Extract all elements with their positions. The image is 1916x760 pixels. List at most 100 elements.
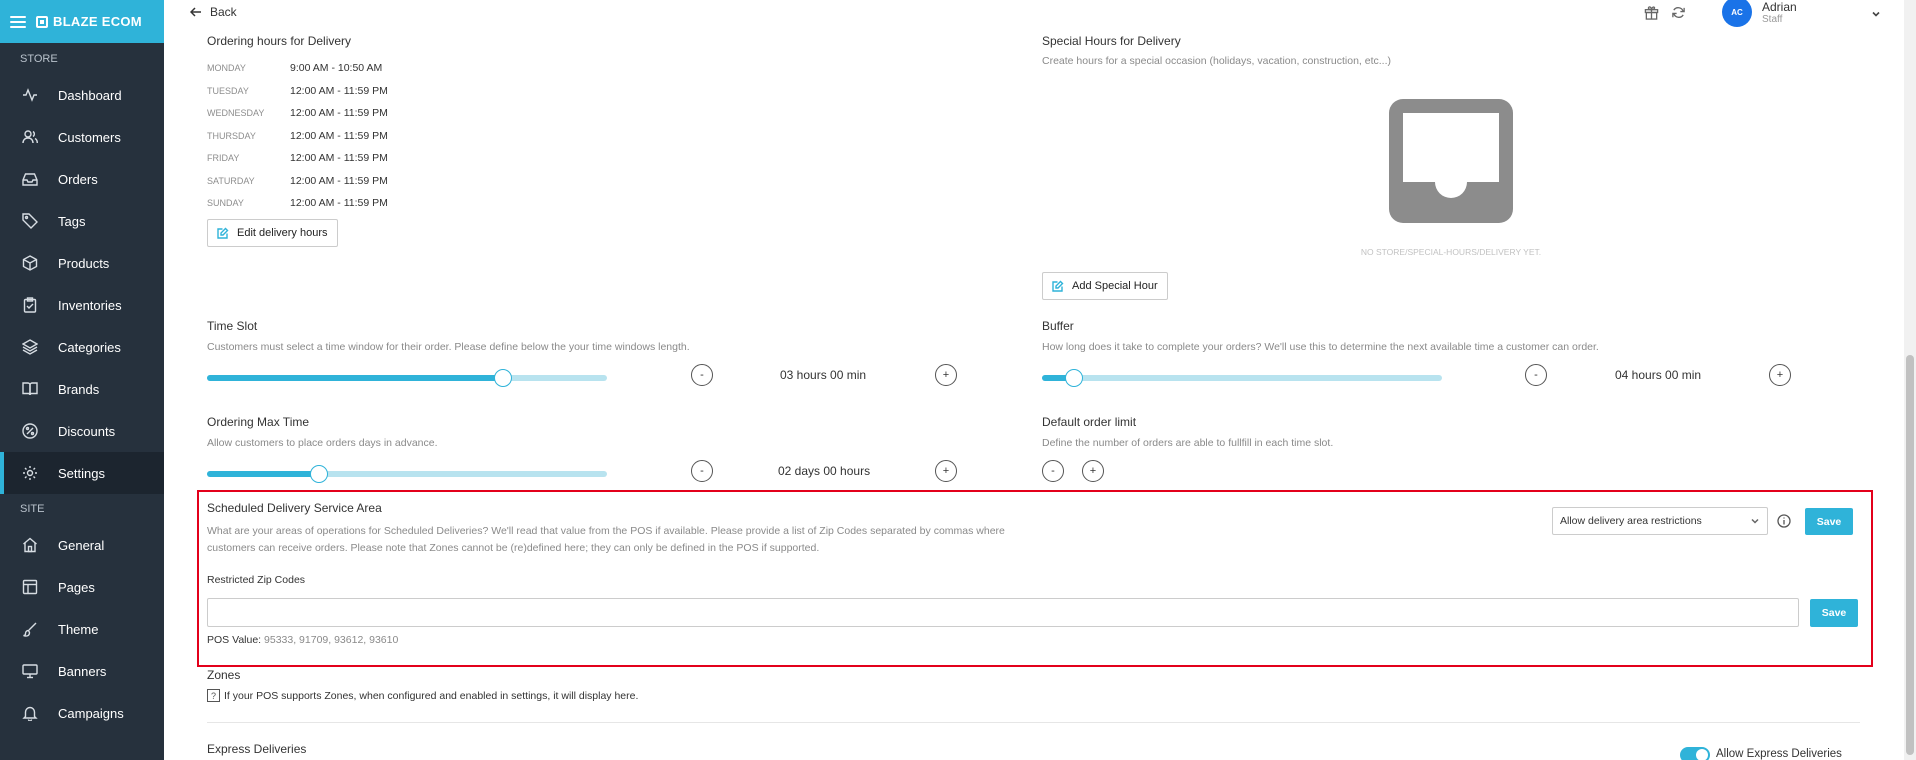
- edit-delivery-hours-button[interactable]: Edit delivery hours: [207, 219, 338, 247]
- ordering-max-value: 02 days 00 hours: [778, 464, 871, 478]
- scrollbar[interactable]: [1904, 0, 1916, 760]
- inbox-icon: [22, 171, 38, 187]
- user-info: Adrian Staff: [1762, 0, 1797, 25]
- sidebar-item-campaigns[interactable]: Campaigns: [0, 692, 164, 734]
- layout-icon: [22, 579, 38, 595]
- back-button[interactable]: Back: [190, 5, 237, 19]
- refresh-icon[interactable]: [1671, 5, 1686, 20]
- sidebar-item-brands[interactable]: Brands: [0, 368, 164, 410]
- hours-row: WEDNESDAY 12:00 AM - 11:59 PM: [207, 102, 507, 125]
- sidebar-item-settings[interactable]: Settings: [0, 452, 164, 494]
- time-slot-value: 03 hours 00 min: [780, 368, 867, 382]
- express-toggle-label: Allow Express Deliveries: [1716, 748, 1842, 760]
- sidebar-item-label: Discounts: [58, 423, 116, 439]
- hours-value: 12:00 AM - 11:59 PM: [290, 129, 388, 142]
- sidebar-item-label: General: [58, 537, 105, 553]
- slider-handle[interactable]: [1065, 369, 1083, 387]
- menu-icon[interactable]: [10, 15, 26, 28]
- user-menu[interactable]: AC Adrian Staff: [1722, 0, 1797, 27]
- hours-row: TUESDAY 12:00 AM - 11:59 PM: [207, 80, 507, 103]
- sidebar-item-label: Brands: [58, 381, 100, 397]
- buffer-decrease-button[interactable]: -: [1525, 364, 1547, 386]
- ordering-max-title: Ordering Max Time: [207, 415, 310, 429]
- monitor-icon: [22, 663, 38, 679]
- special-hours-title: Special Hours for Delivery: [1042, 34, 1181, 48]
- sidebar-item-discounts[interactable]: Discounts: [0, 410, 164, 452]
- ordering-max-decrease-button[interactable]: -: [691, 460, 713, 482]
- hours-day: THURSDAY: [207, 130, 256, 141]
- sidebar-item-dashboard[interactable]: Dashboard: [0, 74, 164, 116]
- gift-icon[interactable]: [1644, 5, 1659, 20]
- sidebar-item-label: Orders: [58, 171, 98, 187]
- sidebar-item-label: Campaigns: [58, 705, 124, 721]
- sidebar-item-customers[interactable]: Customers: [0, 116, 164, 158]
- sidebar-item-label: Settings: [58, 465, 105, 481]
- zones-description: If your POS supports Zones, when configu…: [224, 689, 639, 702]
- special-hours-empty-text: NO STORE/SPECIAL-HOURS/DELIVERY YET.: [1360, 247, 1542, 257]
- time-slot-increase-button[interactable]: +: [935, 364, 957, 386]
- sidebar-item-label: Pages: [58, 579, 95, 595]
- layers-icon: [22, 339, 38, 355]
- avatar[interactable]: AC: [1722, 0, 1752, 27]
- time-slot-description: Customers must select a time window for …: [207, 341, 690, 353]
- time-slot-decrease-button[interactable]: -: [691, 364, 713, 386]
- buffer-slider[interactable]: [1042, 369, 1442, 387]
- slider-handle[interactable]: [494, 369, 512, 387]
- scrollbar-thumb[interactable]: [1906, 355, 1914, 755]
- clipboard-icon: [22, 297, 38, 313]
- order-limit-decrease-button[interactable]: -: [1042, 460, 1064, 482]
- top-icons: [1644, 5, 1686, 20]
- sidebar-item-label: Tags: [58, 213, 86, 229]
- topbar: Back AC Adrian Staff: [164, 0, 1916, 28]
- hours-value: 9:00 AM - 10:50 AM: [290, 62, 383, 75]
- slider-handle[interactable]: [310, 465, 328, 483]
- brand-bar: BLAZE ECOM: [0, 0, 164, 43]
- slider-fill: [207, 375, 503, 381]
- sidebar-item-products[interactable]: Products: [0, 242, 164, 284]
- highlight-box: [197, 490, 1873, 667]
- special-hours-description: Create hours for a special occasion (hol…: [1042, 55, 1392, 67]
- add-special-hour-button[interactable]: Add Special Hour: [1042, 272, 1168, 300]
- book-open-icon: [22, 381, 38, 397]
- time-slot-slider[interactable]: [207, 369, 607, 387]
- divider: [207, 722, 1860, 723]
- edit-icon: [217, 227, 229, 239]
- sidebar-item-general[interactable]: General: [0, 524, 164, 566]
- ordering-max-increase-button[interactable]: +: [935, 460, 957, 482]
- sidebar: BLAZE ECOM STORE Dashboard Customers Ord…: [0, 0, 164, 760]
- sidebar-item-label: Theme: [58, 621, 99, 637]
- sidebar-item-pages[interactable]: Pages: [0, 566, 164, 608]
- ordering-max-slider[interactable]: [207, 465, 607, 483]
- hours-value: 12:00 AM - 11:59 PM: [290, 84, 388, 97]
- hours-row: FRIDAY 12:00 AM - 11:59 PM: [207, 147, 507, 170]
- chevron-down-icon[interactable]: [1871, 6, 1881, 24]
- sidebar-item-categories[interactable]: Categories: [0, 326, 164, 368]
- sidebar-item-inventories[interactable]: Inventories: [0, 284, 164, 326]
- order-limit-description: Define the number of orders are able to …: [1042, 437, 1334, 449]
- buffer-increase-button[interactable]: +: [1769, 364, 1791, 386]
- express-toggle[interactable]: [1680, 747, 1710, 760]
- user-role: Staff: [1762, 13, 1783, 25]
- bell-icon: [22, 705, 38, 721]
- brand-logo[interactable]: BLAZE ECOM: [36, 14, 142, 29]
- brush-icon: [22, 621, 38, 637]
- tag-icon: [22, 213, 38, 229]
- ordering-max-description: Allow customers to place orders days in …: [207, 437, 438, 449]
- hours-value: 12:00 AM - 11:59 PM: [290, 197, 388, 210]
- zones-title: Zones: [207, 668, 241, 682]
- hours-value: 12:00 AM - 11:59 PM: [290, 174, 388, 187]
- express-title: Express Deliveries: [207, 742, 307, 756]
- slider-fill: [207, 471, 319, 477]
- time-slot-title: Time Slot: [207, 319, 258, 333]
- buffer-description: How long does it take to complete your o…: [1042, 341, 1599, 353]
- sidebar-item-banners[interactable]: Banners: [0, 650, 164, 692]
- sidebar-item-tags[interactable]: Tags: [0, 200, 164, 242]
- order-limit-increase-button[interactable]: +: [1082, 460, 1104, 482]
- order-limit-title: Default order limit: [1042, 415, 1137, 429]
- hours-day: SATURDAY: [207, 175, 255, 186]
- sidebar-item-label: Categories: [58, 339, 121, 355]
- sidebar-item-orders[interactable]: Orders: [0, 158, 164, 200]
- hours-day: WEDNESDAY: [207, 108, 265, 119]
- sidebar-item-theme[interactable]: Theme: [0, 608, 164, 650]
- section-store-label: STORE: [20, 53, 58, 65]
